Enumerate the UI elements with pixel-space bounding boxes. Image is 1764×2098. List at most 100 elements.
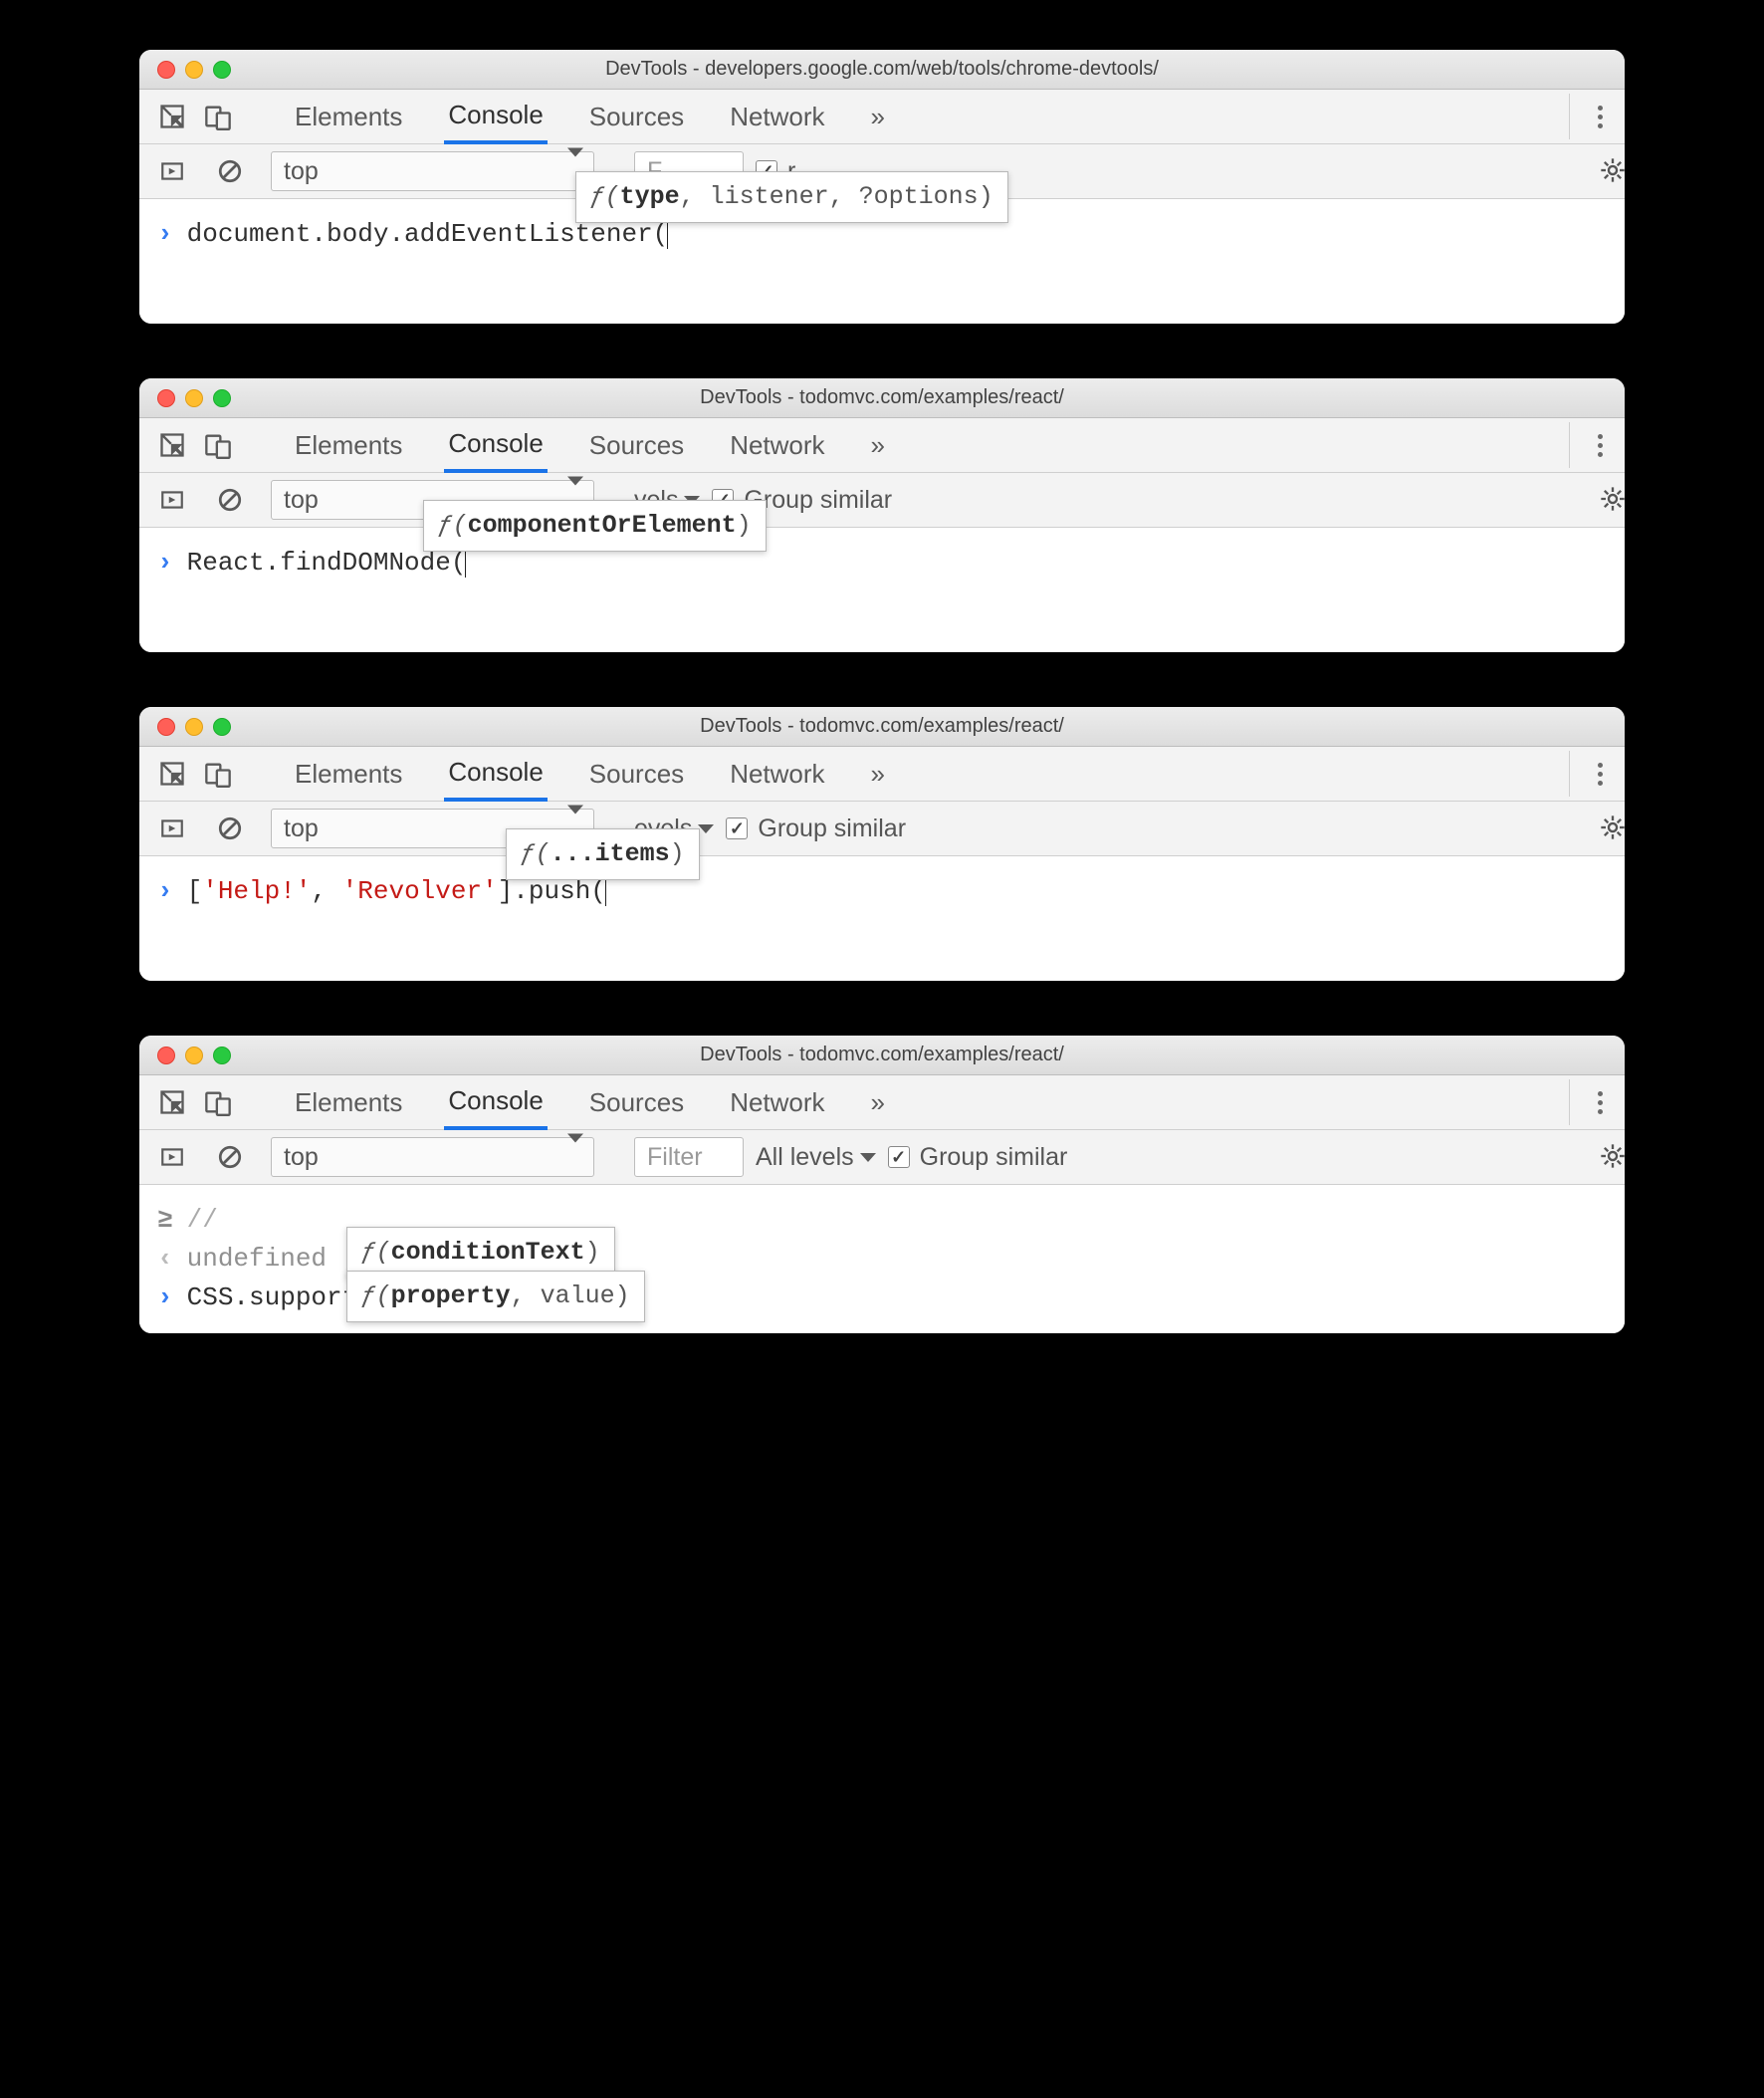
code-token: document.body.addEventListener( — [187, 219, 669, 249]
console-line[interactable]: › ƒ(...items)['Help!', 'Revolver'].push( — [157, 872, 1607, 911]
mac-titlebar: DevTools - developers.google.com/web/too… — [139, 50, 1625, 90]
close-icon[interactable] — [157, 718, 175, 736]
tooltip-text: ƒ( — [438, 511, 468, 540]
mac-titlebar: DevTools - todomvc.com/examples/react/ — [139, 707, 1625, 747]
kebab-menu-icon[interactable] — [1569, 1079, 1615, 1125]
tab-sources[interactable]: Sources — [585, 747, 688, 801]
tab-network[interactable]: Network — [726, 747, 828, 801]
clear-console-icon[interactable] — [207, 806, 253, 851]
minimize-icon[interactable] — [185, 389, 203, 407]
tab-sources[interactable]: Sources — [585, 1075, 688, 1129]
gear-icon[interactable] — [1595, 481, 1625, 517]
console-toolbar: top evels ✓ Group similar — [139, 802, 1625, 856]
tab-network[interactable]: Network — [726, 90, 828, 143]
clear-console-icon[interactable] — [207, 148, 253, 194]
close-icon[interactable] — [157, 61, 175, 79]
toggle-device-icon[interactable] — [195, 422, 241, 468]
code-token: ].push( — [498, 876, 606, 906]
select-element-icon[interactable] — [149, 94, 195, 139]
toggle-device-icon[interactable] — [195, 751, 241, 797]
kebab-menu-icon[interactable] — [1569, 422, 1615, 468]
mac-titlebar: DevTools - todomvc.com/examples/react/ — [139, 378, 1625, 418]
code[interactable]: // — [187, 1201, 218, 1240]
toggle-device-icon[interactable] — [195, 1079, 241, 1125]
minimize-icon[interactable] — [185, 1047, 203, 1064]
output-icon: ‹ — [157, 1240, 173, 1279]
text-cursor — [465, 552, 466, 578]
tooltip-text: componentOrElement — [468, 511, 737, 540]
code-token: 'Help!' — [202, 876, 311, 906]
code-token: // — [187, 1205, 218, 1235]
tab-network[interactable]: Network — [726, 418, 828, 472]
code[interactable]: ƒ(type, listener, ?options)document.body… — [187, 215, 669, 254]
show-console-drawer-icon[interactable] — [149, 148, 195, 194]
console-body[interactable]: ≥ // ‹ undefined › ƒ(conditionText)ƒ(pro… — [139, 1185, 1625, 1333]
console-line[interactable]: › ƒ(type, listener, ?options)document.bo… — [157, 215, 1607, 254]
console-body[interactable]: › ƒ(type, listener, ?options)document.bo… — [139, 199, 1625, 324]
show-console-drawer-icon[interactable] — [149, 1134, 195, 1180]
checkbox-icon[interactable]: ✓ — [726, 817, 748, 839]
group-similar-toggle[interactable]: ✓ Group similar — [726, 815, 906, 843]
code-token: React.findDOMNode( — [187, 548, 467, 578]
tab-console[interactable]: Console — [444, 1076, 547, 1130]
devtools-tabs: Elements Console Sources Network » — [139, 90, 1625, 144]
console-line[interactable]: › ƒ(componentOrElement)React.findDOMNode… — [157, 544, 1607, 583]
maximize-icon[interactable] — [213, 61, 231, 79]
tab-console[interactable]: Console — [444, 419, 547, 473]
console-body[interactable]: › ƒ(...items)['Help!', 'Revolver'].push( — [139, 856, 1625, 981]
group-similar-toggle[interactable]: ✓ Group similar — [888, 1143, 1068, 1172]
more-tabs-button[interactable]: » — [867, 90, 889, 143]
traffic-lights — [157, 61, 231, 79]
console-line[interactable]: › ƒ(conditionText)ƒ(property, value)CSS.… — [157, 1279, 1607, 1317]
clear-console-icon[interactable] — [207, 1134, 253, 1180]
tab-sources[interactable]: Sources — [585, 418, 688, 472]
gear-icon[interactable] — [1595, 1138, 1625, 1174]
log-levels-dropdown[interactable]: All levels — [756, 1137, 876, 1177]
window-title: DevTools - todomvc.com/examples/react/ — [700, 1044, 1064, 1066]
code[interactable]: ƒ(componentOrElement)React.findDOMNode( — [187, 544, 467, 583]
kebab-menu-icon[interactable] — [1569, 751, 1615, 797]
show-console-drawer-icon[interactable] — [149, 477, 195, 523]
kebab-menu-icon[interactable] — [1569, 94, 1615, 139]
checkbox-icon[interactable]: ✓ — [888, 1146, 910, 1168]
tab-elements[interactable]: Elements — [291, 418, 406, 472]
select-element-icon[interactable] — [149, 1079, 195, 1125]
tab-network[interactable]: Network — [726, 1075, 828, 1129]
maximize-icon[interactable] — [213, 718, 231, 736]
tab-elements[interactable]: Elements — [291, 1075, 406, 1129]
signature-tooltip: ƒ(...items) — [506, 828, 700, 880]
tab-elements[interactable]: Elements — [291, 90, 406, 143]
gear-icon[interactable] — [1595, 152, 1625, 188]
close-icon[interactable] — [157, 1047, 175, 1064]
minimize-icon[interactable] — [185, 718, 203, 736]
traffic-lights — [157, 389, 231, 407]
minimize-icon[interactable] — [185, 61, 203, 79]
code[interactable]: ƒ(conditionText)ƒ(property, value)CSS.su… — [187, 1279, 389, 1317]
maximize-icon[interactable] — [213, 389, 231, 407]
filter-input[interactable]: Filter — [634, 1137, 744, 1177]
code[interactable]: ƒ(...items)['Help!', 'Revolver'].push( — [187, 872, 606, 911]
code-token: , — [311, 876, 341, 906]
more-tabs-button[interactable]: » — [867, 1075, 889, 1129]
gear-icon[interactable] — [1595, 810, 1625, 845]
execution-context-select[interactable]: top — [271, 1137, 594, 1177]
select-element-icon[interactable] — [149, 751, 195, 797]
tab-sources[interactable]: Sources — [585, 90, 688, 143]
toggle-device-icon[interactable] — [195, 94, 241, 139]
execution-context-select[interactable]: top — [271, 151, 594, 191]
close-icon[interactable] — [157, 389, 175, 407]
tab-elements[interactable]: Elements — [291, 747, 406, 801]
more-tabs-button[interactable]: » — [867, 747, 889, 801]
text-cursor — [605, 880, 606, 906]
more-tabs-button[interactable]: » — [867, 418, 889, 472]
console-body[interactable]: › ƒ(componentOrElement)React.findDOMNode… — [139, 528, 1625, 652]
console-toolbar: top vels ✓ Group similar — [139, 473, 1625, 528]
select-element-icon[interactable] — [149, 422, 195, 468]
clear-console-icon[interactable] — [207, 477, 253, 523]
maximize-icon[interactable] — [213, 1047, 231, 1064]
show-console-drawer-icon[interactable] — [149, 806, 195, 851]
tab-console[interactable]: Console — [444, 91, 547, 144]
tab-console[interactable]: Console — [444, 748, 547, 802]
tooltip-text: ...items — [551, 839, 670, 868]
code[interactable]: undefined — [187, 1240, 327, 1279]
